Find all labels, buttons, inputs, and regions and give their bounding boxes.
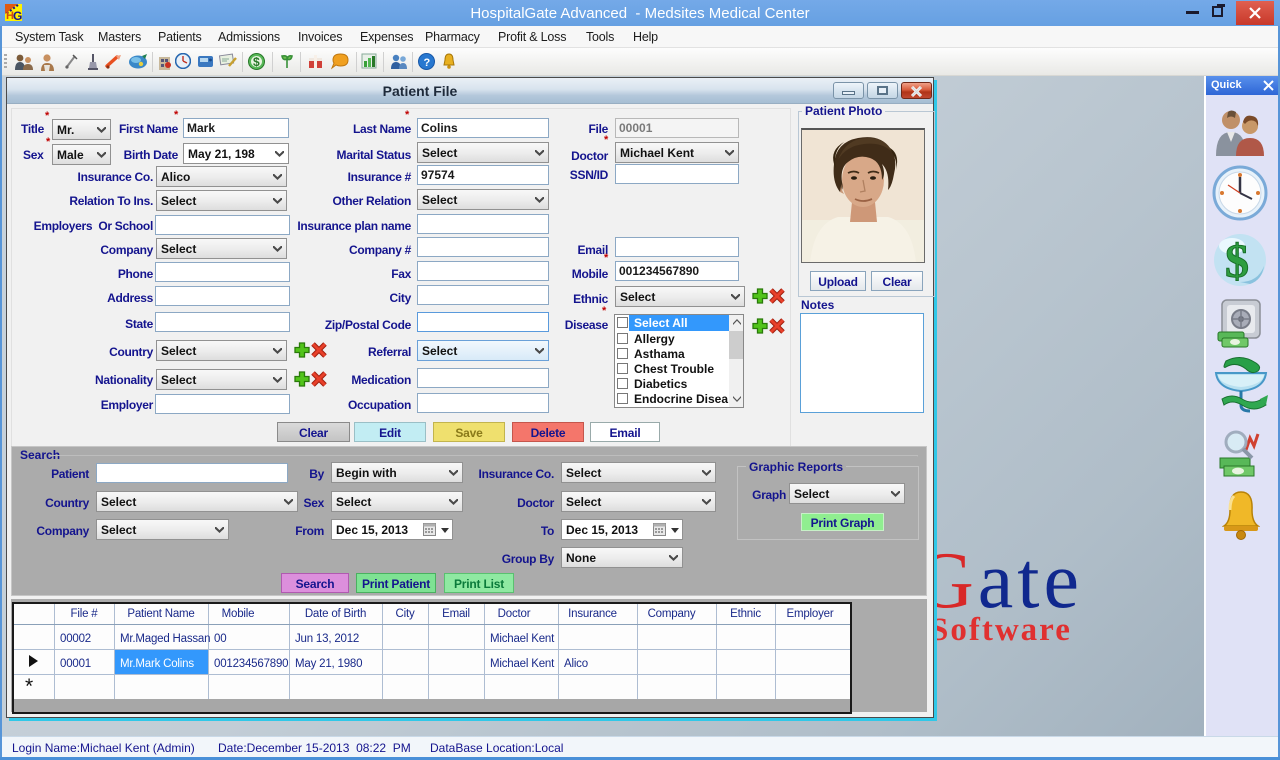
svg-text:$: $: [1225, 235, 1249, 288]
svg-text:$: $: [253, 55, 260, 69]
svg-text:?: ?: [424, 57, 431, 69]
